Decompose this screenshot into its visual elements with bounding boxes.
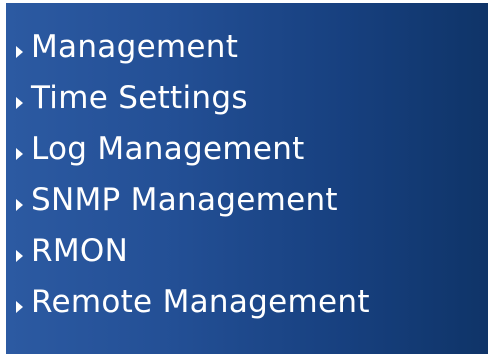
menu-item-remote-management[interactable]: Remote Management [6, 276, 370, 327]
triangle-right-icon [16, 300, 23, 313]
menu-item-management[interactable]: Management [6, 21, 370, 72]
menu-item-log-management[interactable]: Log Management [6, 123, 370, 174]
menu-item-time-settings[interactable]: Time Settings [6, 72, 370, 123]
navigation-panel: Management Time Settings Log Management … [6, 3, 488, 354]
triangle-right-icon [16, 198, 23, 211]
menu-item-label: SNMP Management [31, 181, 338, 218]
menu-item-label: Time Settings [31, 79, 248, 116]
triangle-right-icon [16, 96, 23, 109]
menu-item-rmon[interactable]: RMON [6, 225, 370, 276]
menu-item-snmp-management[interactable]: SNMP Management [6, 174, 370, 225]
triangle-right-icon [16, 249, 23, 262]
triangle-right-icon [16, 147, 23, 160]
nav-menu: Management Time Settings Log Management … [6, 21, 370, 327]
menu-item-label: RMON [31, 232, 129, 269]
menu-item-label: Log Management [31, 130, 305, 167]
triangle-right-icon [16, 45, 23, 58]
menu-item-label: Management [31, 28, 239, 65]
menu-item-label: Remote Management [31, 283, 370, 320]
